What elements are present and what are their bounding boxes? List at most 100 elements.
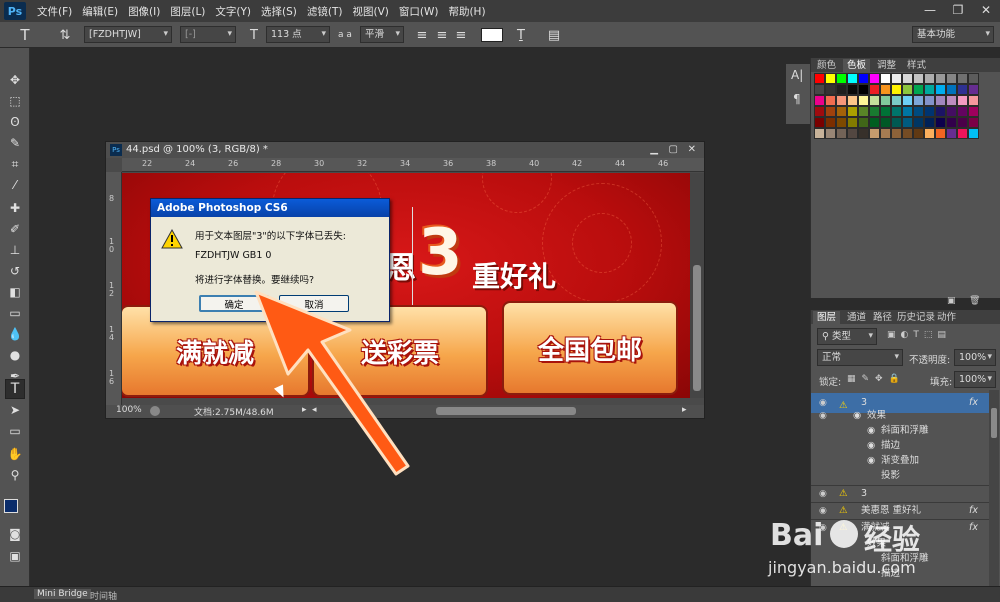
- color-swatch[interactable]: [825, 95, 836, 106]
- tab-channels[interactable]: 通道: [843, 311, 870, 324]
- menu-type[interactable]: 文字(Y): [210, 4, 256, 19]
- color-swatch[interactable]: [957, 128, 968, 139]
- tab-paths[interactable]: 路径: [869, 311, 896, 324]
- align-center-icon[interactable]: ≡: [434, 26, 450, 44]
- color-swatch[interactable]: [880, 95, 891, 106]
- color-swatch[interactable]: [957, 73, 968, 84]
- color-swatch[interactable]: [814, 73, 825, 84]
- menu-view[interactable]: 视图(V): [347, 4, 393, 19]
- type-tool-icon[interactable]: T: [14, 26, 36, 44]
- color-swatch[interactable]: [891, 95, 902, 106]
- color-swatch[interactable]: [825, 128, 836, 139]
- color-swatch[interactable]: [946, 106, 957, 117]
- color-swatch[interactable]: [913, 106, 924, 117]
- color-swatch[interactable]: [891, 117, 902, 128]
- color-swatch[interactable]: [913, 84, 924, 95]
- color-swatch[interactable]: [814, 117, 825, 128]
- opacity-input[interactable]: 100%: [954, 349, 996, 366]
- color-swatch[interactable]: [825, 117, 836, 128]
- delete-swatch-icon[interactable]: 🗑: [969, 296, 980, 306]
- close-icon[interactable]: ✕: [972, 0, 1000, 20]
- scroll-right-icon[interactable]: ▸: [682, 405, 687, 415]
- color-swatch[interactable]: [902, 84, 913, 95]
- color-swatch[interactable]: [968, 95, 979, 106]
- gradient-tool-icon[interactable]: ▭: [5, 303, 25, 323]
- color-swatch[interactable]: [957, 106, 968, 117]
- color-swatch[interactable]: [913, 73, 924, 84]
- blur-tool-icon[interactable]: 💧: [5, 324, 25, 344]
- color-swatch[interactable]: [924, 84, 935, 95]
- color-swatch[interactable]: [869, 84, 880, 95]
- hand-tool-icon[interactable]: ✋: [5, 444, 25, 464]
- dodge-tool-icon[interactable]: ●: [5, 345, 25, 365]
- stamp-tool-icon[interactable]: ⊥: [5, 240, 25, 260]
- color-swatch[interactable]: [814, 128, 825, 139]
- effect-row[interactable]: ◉ 描边: [811, 438, 991, 454]
- warp-text-icon[interactable]: Ṯ: [512, 26, 530, 44]
- scrollbar-thumb[interactable]: [693, 265, 701, 391]
- color-swatch[interactable]: [968, 84, 979, 95]
- color-swatch[interactable]: [935, 73, 946, 84]
- color-swatch[interactable]: [968, 128, 979, 139]
- color-swatch[interactable]: [836, 73, 847, 84]
- healing-tool-icon[interactable]: ✚: [5, 198, 25, 218]
- crop-tool-icon[interactable]: ⌗: [5, 154, 25, 174]
- menu-help[interactable]: 帮助(H): [443, 4, 490, 19]
- color-swatch[interactable]: [946, 73, 957, 84]
- font-family-select[interactable]: [FZDHTJW]: [84, 26, 172, 43]
- color-swatch[interactable]: [935, 106, 946, 117]
- minimize-icon[interactable]: —: [916, 0, 944, 20]
- color-swatch[interactable]: [946, 84, 957, 95]
- history-brush-tool-icon[interactable]: ↺: [5, 261, 25, 281]
- color-swatch[interactable]: [814, 95, 825, 106]
- color-swatch[interactable]: [869, 117, 880, 128]
- brush-tool-icon[interactable]: ✐: [5, 219, 25, 239]
- color-swatch[interactable]: [847, 128, 858, 139]
- visibility-eye-icon[interactable]: ◉: [819, 408, 827, 424]
- tab-swatches[interactable]: 色板: [843, 59, 871, 72]
- quick-mask-icon[interactable]: ◙: [5, 524, 25, 544]
- color-swatch[interactable]: [880, 128, 891, 139]
- color-swatch[interactable]: [924, 106, 935, 117]
- color-swatch[interactable]: [935, 95, 946, 106]
- color-swatch[interactable]: [858, 106, 869, 117]
- color-swatch[interactable]: [847, 95, 858, 106]
- zoom-level[interactable]: 100%: [116, 405, 142, 415]
- scrollbar-thumb[interactable]: [991, 408, 997, 438]
- color-swatch[interactable]: [946, 95, 957, 106]
- color-swatch[interactable]: [902, 117, 913, 128]
- zoom-tool-icon[interactable]: ⚲: [5, 465, 25, 485]
- color-swatch[interactable]: [902, 73, 913, 84]
- color-swatch[interactable]: [968, 117, 979, 128]
- color-swatch[interactable]: [825, 84, 836, 95]
- color-swatch[interactable]: [891, 106, 902, 117]
- status-info-icon[interactable]: [150, 406, 160, 416]
- color-swatch[interactable]: [825, 73, 836, 84]
- menu-window[interactable]: 窗口(W): [394, 4, 444, 19]
- effect-row[interactable]: 投影: [811, 468, 991, 484]
- character-panel-icon[interactable]: A|: [791, 68, 803, 82]
- align-right-icon[interactable]: ≡: [453, 26, 469, 44]
- color-swatch[interactable]: [924, 73, 935, 84]
- color-swatch[interactable]: [891, 128, 902, 139]
- color-swatch[interactable]: [836, 95, 847, 106]
- color-swatch[interactable]: [847, 117, 858, 128]
- tab-timeline[interactable]: 时间轴: [90, 589, 117, 602]
- menu-filter[interactable]: 滤镜(T): [302, 4, 348, 19]
- color-swatch[interactable]: [814, 106, 825, 117]
- color-swatch[interactable]: [847, 84, 858, 95]
- tab-styles[interactable]: 样式: [903, 59, 930, 72]
- menu-select[interactable]: 选择(S): [256, 4, 302, 19]
- eyedropper-tool-icon[interactable]: ⁄: [5, 175, 25, 195]
- fill-input[interactable]: 100%: [954, 371, 996, 388]
- vertical-scrollbar[interactable]: [690, 173, 704, 398]
- lock-icons[interactable]: ▦✎✥🔒: [847, 374, 906, 384]
- color-swatch[interactable]: [902, 106, 913, 117]
- tab-actions[interactable]: 动作: [933, 311, 960, 324]
- color-swatch[interactable]: [891, 84, 902, 95]
- color-swatch[interactable]: [968, 106, 979, 117]
- character-panel-icon[interactable]: ▤: [545, 26, 563, 44]
- marquee-tool-icon[interactable]: ⬚: [5, 91, 25, 111]
- menu-layer[interactable]: 图层(L): [165, 4, 210, 19]
- color-swatch[interactable]: [913, 95, 924, 106]
